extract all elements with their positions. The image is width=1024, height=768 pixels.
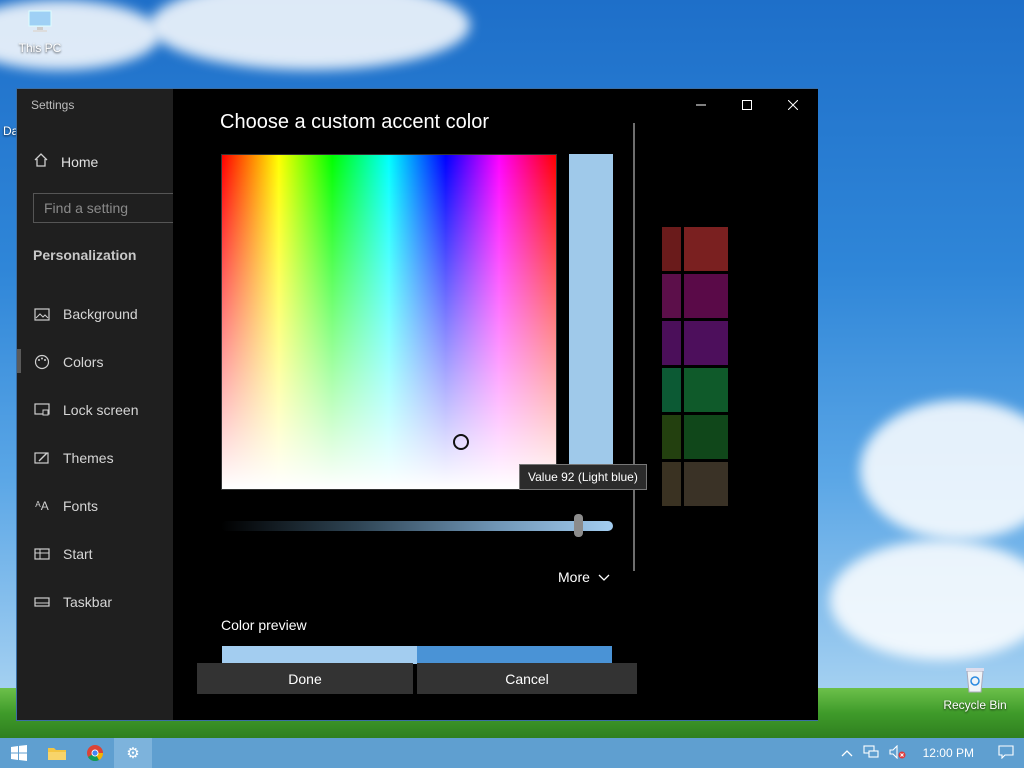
color-preview-dark: [417, 646, 612, 664]
settings-icon: ⚙: [126, 745, 140, 762]
windows-logo-icon: [11, 745, 27, 761]
custom-accent-color-dialog: Choose a custom accent color Value 92 (L…: [173, 89, 662, 720]
more-label: More: [558, 569, 590, 585]
window-title: Settings: [31, 98, 75, 112]
slider-tooltip: Value 92 (Light blue): [519, 464, 647, 490]
start-icon: [33, 546, 51, 562]
start-button[interactable]: [0, 738, 38, 768]
color-preview-label: Color preview: [221, 617, 307, 633]
network-icon[interactable]: [863, 744, 879, 762]
dialog-scrollbar[interactable]: [633, 123, 635, 571]
more-button[interactable]: More: [558, 569, 610, 585]
color-swatch[interactable]: [684, 227, 728, 271]
nav-item-background[interactable]: Background: [33, 302, 173, 326]
nav-item-label: Taskbar: [63, 594, 113, 610]
chrome-icon: [87, 745, 103, 761]
nav-item-label: Lock screen: [63, 402, 139, 418]
fonts-icon: ᴬA: [35, 499, 49, 513]
done-button[interactable]: Done: [197, 663, 413, 694]
dialog-title: Choose a custom accent color: [220, 111, 490, 133]
nav-item-colors[interactable]: Colors: [33, 350, 173, 374]
color-swatch[interactable]: [684, 368, 728, 412]
palette-icon: [33, 354, 51, 370]
color-swatch[interactable]: [684, 415, 728, 459]
nav-item-lock-screen[interactable]: Lock screen: [33, 398, 173, 422]
nav-item-label: Themes: [63, 450, 114, 466]
desktop-icon-label: This PC: [18, 41, 62, 55]
nav-item-start[interactable]: Start: [33, 542, 173, 566]
color-spectrum-picker[interactable]: [221, 154, 557, 490]
file-explorer-button[interactable]: [38, 738, 76, 768]
color-swatch[interactable]: [662, 368, 681, 412]
section-title: Personalization: [33, 247, 137, 263]
color-swatch[interactable]: [662, 415, 681, 459]
color-swatch[interactable]: [684, 462, 728, 506]
search-placeholder: Find a setting: [44, 200, 129, 216]
maximize-button[interactable]: [724, 89, 770, 121]
nav-item-fonts[interactable]: ᴬA Fonts: [33, 494, 173, 518]
selected-color-preview: [569, 154, 613, 490]
chrome-button[interactable]: [76, 738, 114, 768]
color-swatch[interactable]: [662, 462, 681, 506]
notification-icon[interactable]: [998, 744, 1014, 762]
settings-button[interactable]: ⚙: [114, 738, 152, 768]
computer-icon: [2, 8, 78, 39]
color-swatch[interactable]: [662, 321, 681, 365]
nav-item-label: Background: [63, 306, 138, 322]
nav-item-taskbar[interactable]: Taskbar: [33, 590, 173, 614]
recycle-bin-icon: [937, 665, 1013, 696]
active-indicator: [17, 349, 21, 373]
color-swatch[interactable]: [684, 274, 728, 318]
settings-sidebar: Settings Home Find a setting Personaliza…: [17, 89, 183, 720]
lock-screen-icon: [33, 402, 51, 418]
cloud: [150, 0, 470, 70]
color-picker-handle[interactable]: [453, 434, 469, 450]
cloud: [830, 540, 1024, 660]
color-swatch[interactable]: [662, 227, 681, 271]
nav-item-label: Fonts: [63, 498, 99, 514]
color-swatch[interactable]: [662, 274, 681, 318]
volume-muted-icon[interactable]: [889, 744, 907, 762]
value-slider-thumb[interactable]: [574, 514, 583, 537]
taskbar-icon: [33, 594, 51, 610]
themes-icon: [33, 450, 51, 466]
system-tray: 12:00 PM: [841, 738, 1024, 768]
picture-icon: [33, 306, 51, 322]
close-button[interactable]: [770, 89, 816, 121]
desktop-icon-label: Recycle Bin: [943, 698, 1007, 712]
close-icon: [788, 100, 798, 110]
chevron-up-icon[interactable]: [841, 746, 853, 760]
file-explorer-icon: [48, 748, 66, 760]
clock[interactable]: 12:00 PM: [923, 746, 974, 760]
nav-item-label: Start: [63, 546, 93, 562]
search-input[interactable]: Find a setting: [33, 193, 183, 223]
value-slider[interactable]: [221, 521, 613, 531]
minimize-icon: [696, 104, 706, 106]
desktop-icon-recycle-bin[interactable]: Recycle Bin: [937, 665, 1013, 712]
cancel-button[interactable]: Cancel: [417, 663, 637, 694]
nav-home[interactable]: Home: [33, 152, 98, 171]
chevron-down-icon: [598, 569, 610, 585]
maximize-icon: [742, 100, 752, 110]
color-swatch[interactable]: [684, 321, 728, 365]
settings-content-pane: [662, 89, 818, 720]
desktop-icon-this-pc[interactable]: This PC: [2, 8, 78, 55]
nav-item-themes[interactable]: Themes: [33, 446, 173, 470]
home-icon: [33, 152, 49, 171]
cloud: [860, 400, 1024, 540]
taskbar: ⚙ 12:00 PM: [0, 738, 1024, 768]
nav-item-label: Colors: [63, 354, 104, 370]
minimize-button[interactable]: [678, 89, 724, 121]
color-preview-light: [222, 646, 417, 664]
nav-home-label: Home: [61, 153, 99, 170]
